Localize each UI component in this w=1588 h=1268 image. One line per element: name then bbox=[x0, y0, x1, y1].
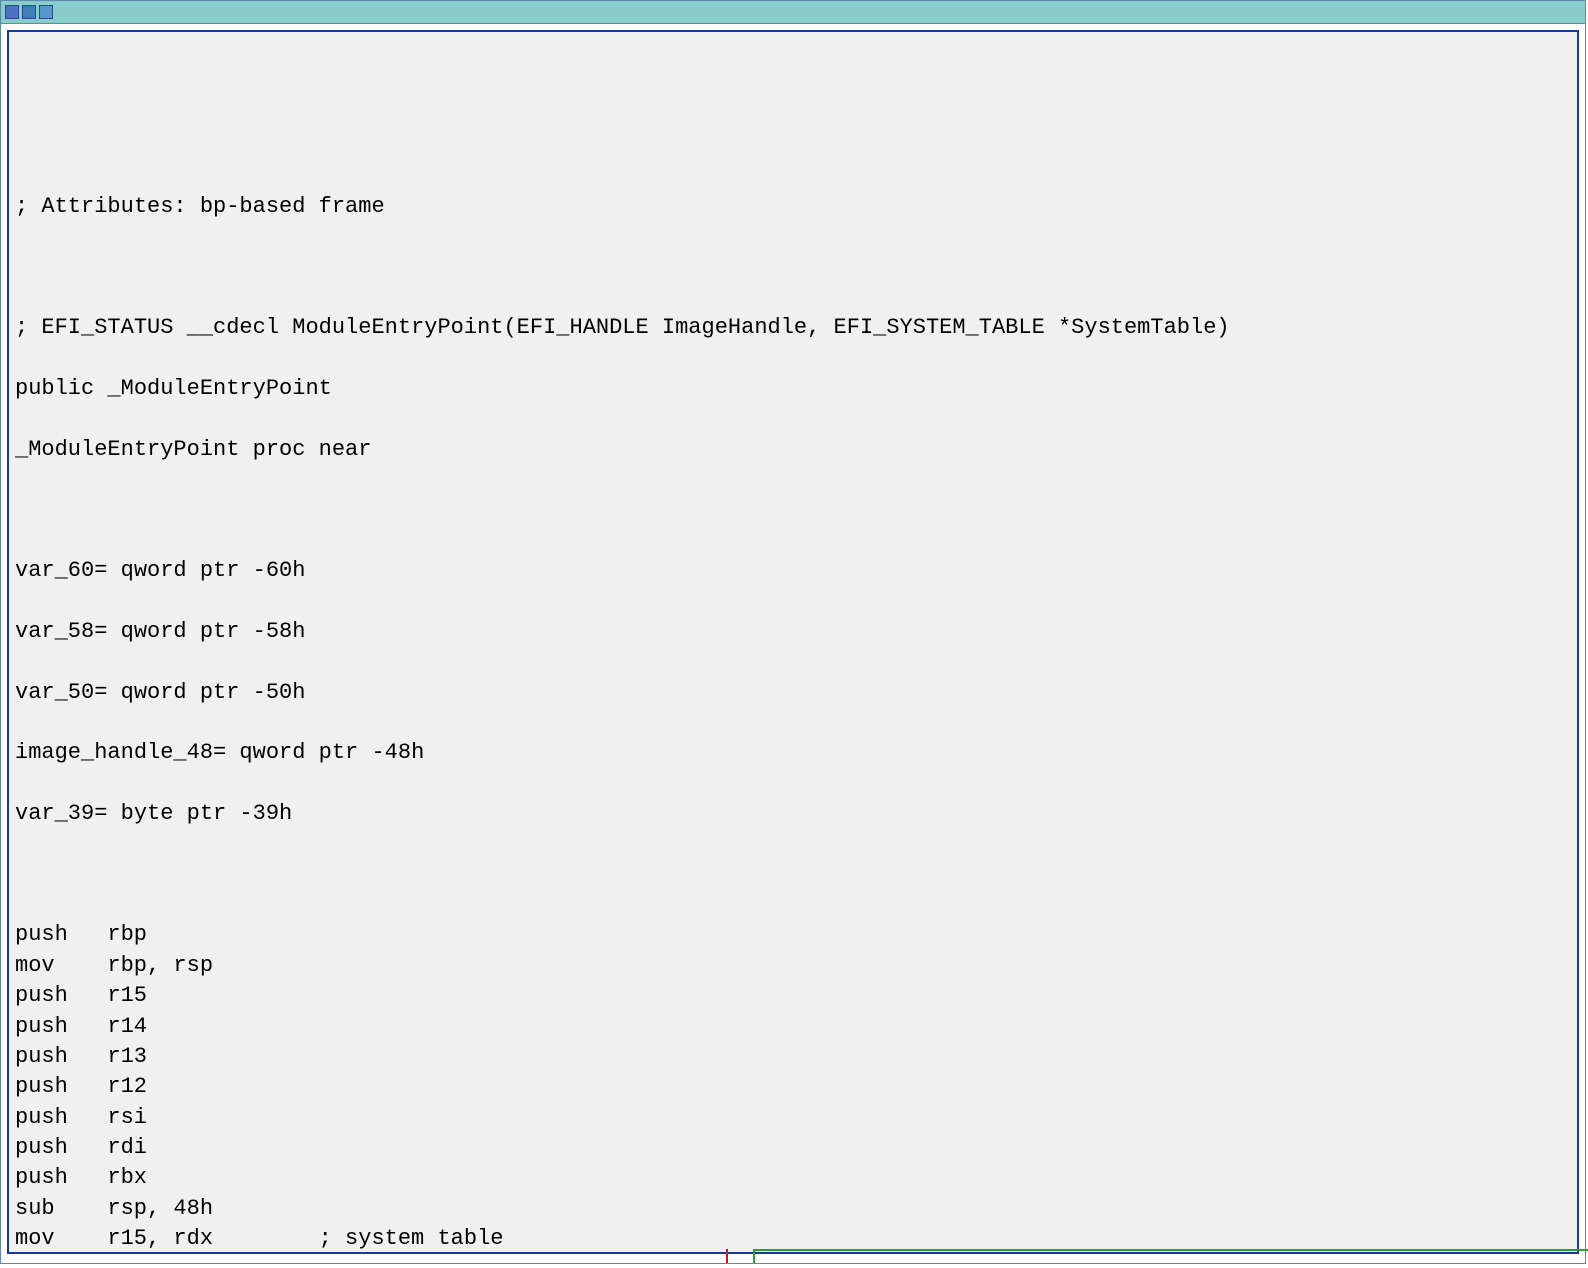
instruction: pushr15 bbox=[15, 981, 1571, 1011]
operands: rbp bbox=[107, 922, 147, 947]
instruction: pushrdi bbox=[15, 1133, 1571, 1163]
operands: r15 bbox=[107, 983, 147, 1008]
local-var: image_handle_48= qword ptr -48h bbox=[15, 738, 1571, 768]
instruction: pushr14 bbox=[15, 1012, 1571, 1042]
mnemonic: push bbox=[15, 1103, 107, 1133]
instruction: movrbp, rsp bbox=[15, 951, 1571, 981]
branch-edge-false bbox=[726, 1249, 728, 1263]
instruction: pushrbx bbox=[15, 1163, 1571, 1193]
operands: r12 bbox=[107, 1074, 147, 1099]
operands: r14 bbox=[107, 1014, 147, 1039]
instruction: pushr12 bbox=[15, 1072, 1571, 1102]
mnemonic: push bbox=[15, 1042, 107, 1072]
mnemonic: mov bbox=[15, 1224, 107, 1254]
mnemonic: push bbox=[15, 1163, 107, 1193]
operands: rsp, 48h bbox=[107, 1196, 213, 1221]
disassembly-code: ; Attributes: bp-based frame ; EFI_STATU… bbox=[9, 32, 1577, 1254]
blank-line bbox=[15, 253, 1571, 283]
operands: rdi bbox=[107, 1135, 147, 1160]
blank-line bbox=[15, 860, 1571, 890]
titlebar-icon-2[interactable] bbox=[22, 5, 36, 19]
public-decl: public _ModuleEntryPoint bbox=[15, 374, 1571, 404]
mnemonic: push bbox=[15, 1012, 107, 1042]
mnemonic: sub bbox=[15, 1194, 107, 1224]
blank-line bbox=[15, 495, 1571, 525]
titlebar-icon-3[interactable] bbox=[39, 5, 53, 19]
branch-edge-true-horizontal bbox=[753, 1249, 1588, 1251]
blank-line bbox=[15, 70, 1571, 100]
basic-block-node[interactable]: ; Attributes: bp-based frame ; EFI_STATU… bbox=[7, 30, 1579, 1254]
operands: rbp, rsp bbox=[107, 953, 213, 978]
instruction: pushrbp bbox=[15, 920, 1571, 950]
proc-decl: _ModuleEntryPoint proc near bbox=[15, 435, 1571, 465]
attributes-comment: ; Attributes: bp-based frame bbox=[15, 192, 1571, 222]
titlebar-icon-1[interactable] bbox=[5, 5, 19, 19]
disassembler-window: ; Attributes: bp-based frame ; EFI_STATU… bbox=[0, 0, 1586, 1264]
signature-comment: ; EFI_STATUS __cdecl ModuleEntryPoint(EF… bbox=[15, 313, 1571, 343]
mnemonic: mov bbox=[15, 951, 107, 981]
local-var: var_39= byte ptr -39h bbox=[15, 799, 1571, 829]
mnemonic: push bbox=[15, 981, 107, 1011]
mnemonic: push bbox=[15, 1133, 107, 1163]
blank-line bbox=[15, 131, 1571, 161]
instruction: pushr13 bbox=[15, 1042, 1571, 1072]
local-var: var_50= qword ptr -50h bbox=[15, 678, 1571, 708]
operands: rbx bbox=[107, 1165, 147, 1190]
branch-edge-true bbox=[753, 1251, 755, 1263]
local-var: var_58= qword ptr -58h bbox=[15, 617, 1571, 647]
operands: r13 bbox=[107, 1044, 147, 1069]
mnemonic: push bbox=[15, 1072, 107, 1102]
operands: rsi bbox=[107, 1105, 147, 1130]
window-titlebar[interactable] bbox=[1, 1, 1585, 24]
instruction: pushrsi bbox=[15, 1103, 1571, 1133]
instruction: subrsp, 48h bbox=[15, 1194, 1571, 1224]
mnemonic: push bbox=[15, 920, 107, 950]
local-var: var_60= qword ptr -60h bbox=[15, 556, 1571, 586]
operands: r15, rdx ; system table bbox=[107, 1226, 503, 1251]
